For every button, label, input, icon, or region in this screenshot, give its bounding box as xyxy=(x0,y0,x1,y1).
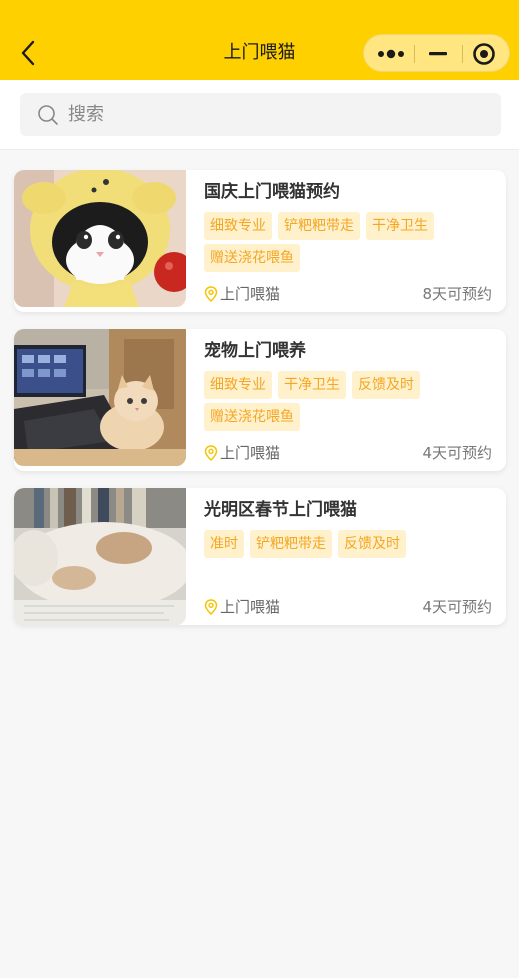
location-pin-icon xyxy=(204,286,218,302)
feature-tag: 干净卫生 xyxy=(278,371,346,399)
location-pin-icon xyxy=(204,599,218,615)
tag-list: 准时 铲粑粑带走 反馈及时 xyxy=(204,530,494,558)
minimize-button[interactable] xyxy=(414,35,462,73)
service-photo xyxy=(14,488,186,625)
mini-program-capsule xyxy=(363,34,510,72)
service-card[interactable]: 光明区春节上门喂猫 准时 铲粑粑带走 反馈及时 上门喂猫 4天可预约 xyxy=(14,488,506,625)
more-button[interactable] xyxy=(364,35,414,73)
navigation-bar: 上门喂猫 xyxy=(0,0,519,80)
target-close-icon xyxy=(473,43,495,65)
feature-tag: 细致专业 xyxy=(204,371,272,399)
location-pin-icon xyxy=(204,445,218,461)
feature-tag: 细致专业 xyxy=(204,212,272,240)
service-title: 光明区春节上门喂猫 xyxy=(204,500,357,520)
feature-tag: 铲粑粑带走 xyxy=(278,212,360,240)
feature-tag: 赠送浇花喂鱼 xyxy=(204,244,300,272)
location: 上门喂猫 xyxy=(204,443,280,463)
feature-tag: 赠送浇花喂鱼 xyxy=(204,403,300,431)
close-button[interactable] xyxy=(462,35,510,73)
location-label: 上门喂猫 xyxy=(220,598,281,616)
search-icon xyxy=(38,105,58,125)
service-title: 国庆上门喂猫预约 xyxy=(204,182,340,202)
tag-list: 细致专业 铲粑粑带走 干净卫生 赠送浇花喂鱼 xyxy=(204,212,494,272)
service-title: 宠物上门喂养 xyxy=(204,341,306,361)
search-box[interactable] xyxy=(20,93,501,136)
tag-list: 细致专业 干净卫生 反馈及时 赠送浇花喂鱼 xyxy=(204,371,494,431)
availability-label: 4天可预约 xyxy=(422,598,492,616)
service-photo xyxy=(14,329,186,466)
minimize-icon xyxy=(429,52,447,56)
feature-tag: 反馈及时 xyxy=(338,530,406,558)
service-photo xyxy=(14,170,186,307)
location: 上门喂猫 xyxy=(204,284,280,304)
location-label: 上门喂猫 xyxy=(220,285,281,303)
search-input[interactable] xyxy=(68,93,488,136)
feature-tag: 准时 xyxy=(204,530,244,558)
availability-label: 8天可预约 xyxy=(422,285,492,303)
availability-label: 4天可预约 xyxy=(422,444,492,462)
location-label: 上门喂猫 xyxy=(220,444,281,462)
location: 上门喂猫 xyxy=(204,597,280,617)
feature-tag: 铲粑粑带走 xyxy=(250,530,332,558)
feature-tag: 反馈及时 xyxy=(352,371,420,399)
search-area xyxy=(0,80,519,150)
service-card[interactable]: 宠物上门喂养 细致专业 干净卫生 反馈及时 赠送浇花喂鱼 上门喂猫 4天可预约 xyxy=(14,329,506,471)
more-dots-icon xyxy=(378,49,404,59)
service-card[interactable]: 国庆上门喂猫预约 细致专业 铲粑粑带走 干净卫生 赠送浇花喂鱼 上门喂猫 8天可… xyxy=(14,170,506,312)
feature-tag: 干净卫生 xyxy=(366,212,434,240)
